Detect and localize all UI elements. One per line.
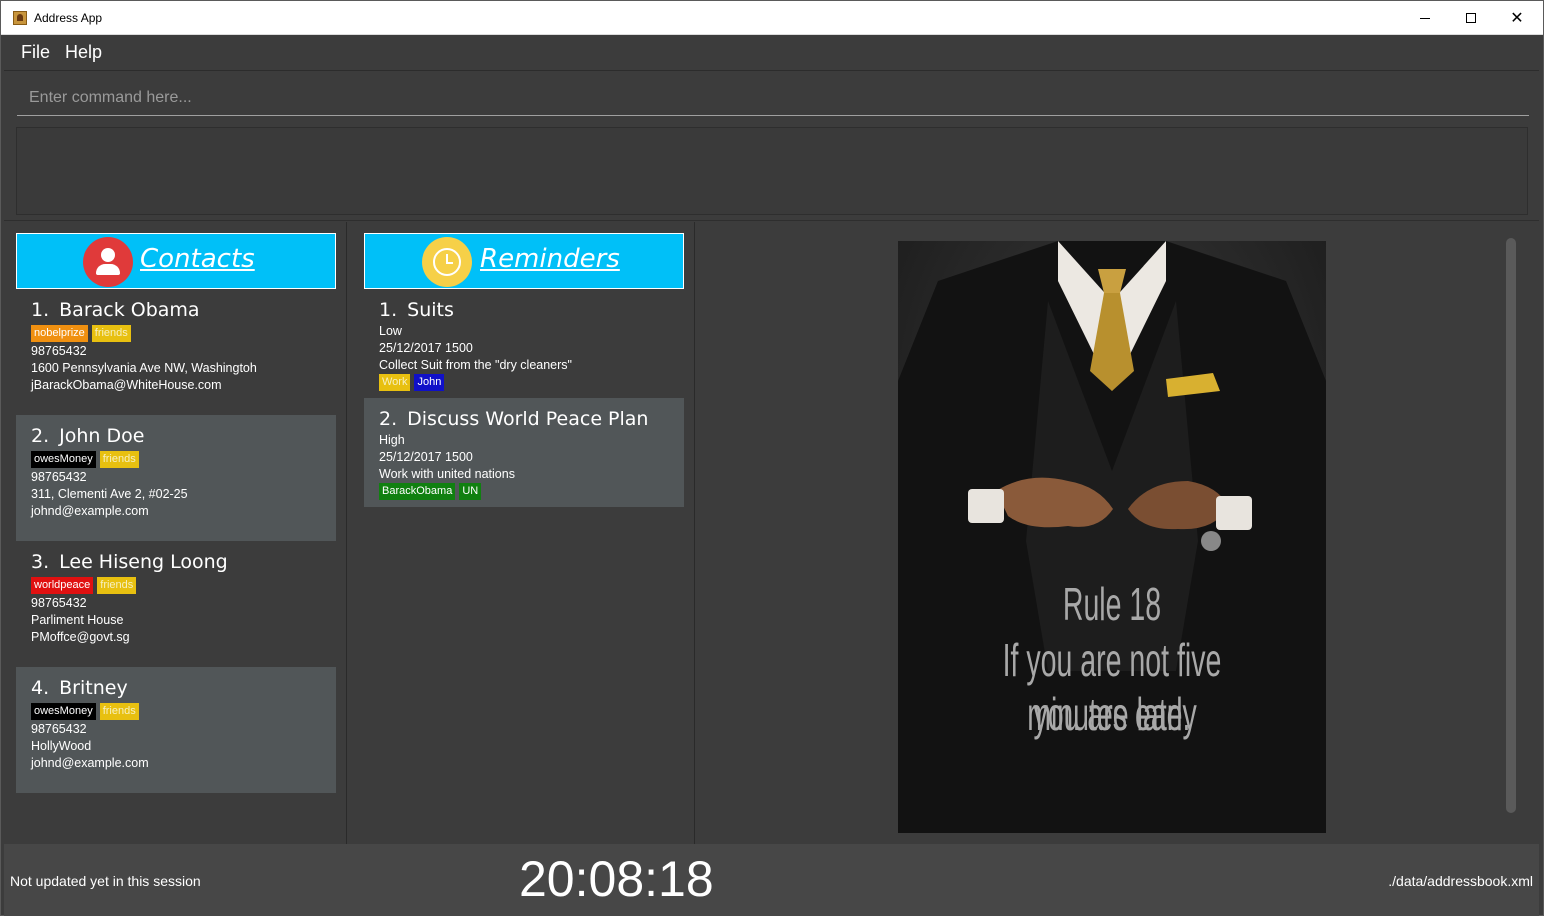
menu-file[interactable]: File [21,42,50,63]
reminder-title: Discuss World Peace Plan [407,408,649,430]
reminder-title-row: 2. Discuss World Peace Plan [379,406,684,432]
reminder-card[interactable]: 1. Suits Low 25/12/2017 1500 Collect Suit fr… [364,289,684,398]
contact-name: John Doe [59,425,145,447]
contact-email: johnd@example.com [31,504,149,518]
reminders-header[interactable]: Reminders [364,233,684,289]
suit-illustration [898,241,1326,833]
tag-list: worldpeace friends [31,577,336,594]
contacts-header-link[interactable]: Contacts [140,244,255,274]
reminders-header-link[interactable]: Reminders [480,244,620,274]
motivational-poster: Rule 18 If you are not five minutes earl… [898,241,1326,833]
tag-label: friends [97,577,137,594]
poster-line-2: you are late. [1033,688,1191,740]
menu-help[interactable]: Help [65,42,102,63]
tag-list: BarackObama UN [379,483,684,500]
person-icon [83,237,133,287]
tag-label: John [414,374,445,391]
contact-address: 311, Clementi Ave 2, #02-25 [31,487,188,501]
reminder-priority: High [379,433,405,447]
tag-label: friends [99,451,139,468]
contact-email: johnd@example.com [31,756,149,770]
status-bar: Not updated yet in this session 20:08:18… [4,844,1539,916]
reminder-datetime: 25/12/2017 1500 [379,450,473,464]
contact-name-row: 1. Barack Obama [31,297,336,323]
contact-index: 3. [31,551,50,573]
tag-label: nobelprize [31,325,88,342]
poster-title: Rule 18 [1062,578,1162,630]
command-box [4,72,1539,120]
tag-label: owesMoney [31,703,96,720]
contact-name: Lee Hiseng Loong [59,551,228,573]
tag-label: BarackObama [379,483,456,500]
reminder-title-row: 1. Suits [379,297,684,323]
contact-index: 1. [31,299,50,321]
contact-address: Parliment House [31,613,124,627]
contact-name-row: 2. John Doe [31,423,336,449]
reminder-note: Collect Suit from the "dry cleaners" [379,358,572,372]
column-divider[interactable] [694,222,695,844]
column-divider[interactable] [346,222,347,844]
tag-label: UN [459,483,482,500]
contact-phone: 98765432 [31,722,87,736]
reminder-card[interactable]: 2. Discuss World Peace Plan High 25/12/2017… [364,398,684,507]
close-icon: ✕ [1510,8,1524,27]
command-input[interactable] [17,80,1529,116]
alarm-clock-icon [422,237,472,287]
minimize-button[interactable] [1402,1,1448,35]
contact-phone: 98765432 [31,596,87,610]
tag-list: owesMoney friends [31,451,336,468]
tag-list: owesMoney friends [31,703,336,720]
reminder-priority: Low [379,324,402,338]
tag-list: Work John [379,374,684,391]
window-title: Address App [34,11,103,25]
contact-name: Barack Obama [59,299,200,321]
contact-name: Britney [59,677,128,699]
tag-label: Work [379,374,411,391]
contact-index: 4. [31,677,50,699]
reminder-title: Suits [407,299,454,321]
tag-label: friends [99,703,139,720]
reminders-panel: Reminders 1. Suits Low 25/12/2017 1500 Colle… [364,233,684,507]
contacts-panel: Contacts 1. Barack Obama nobelprize friends… [16,233,336,793]
contacts-header[interactable]: Contacts [16,233,336,289]
contact-name-row: 3. Lee Hiseng Loong [31,549,336,575]
sync-status: Not updated yet in this session [10,873,201,889]
save-location: ./data/addressbook.xml [1388,873,1533,889]
reminder-datetime: 25/12/2017 1500 [379,341,473,355]
maximize-icon [1466,13,1476,23]
contact-email: PMoffce@govt.sg [31,630,130,644]
contact-name-row: 4. Britney [31,675,336,701]
reminder-note: Work with united nations [379,467,515,481]
contact-card[interactable]: 2. John Doe owesMoney friends 98765432 311, C… [16,415,336,541]
contact-address: 1600 Pennsylvania Ave NW, Washingtoh [31,361,257,375]
address-book-icon [13,11,27,25]
tag-label: owesMoney [31,451,96,468]
reminder-list: 1. Suits Low 25/12/2017 1500 Collect Suit fr… [364,289,684,507]
contact-email: jBarackObama@WhiteHouse.com [31,378,222,392]
reminder-index: 2. [379,408,398,430]
contact-card[interactable]: 1. Barack Obama nobelprize friends 98765432 1… [16,289,336,415]
menu-bar: File Help [4,35,1539,71]
close-button[interactable]: ✕ [1494,1,1540,35]
clock-display: 20:08:18 [519,851,714,907]
tag-list: nobelprize friends [31,325,336,342]
contact-list: 1. Barack Obama nobelprize friends 98765432 1… [16,289,336,793]
result-display[interactable] [16,127,1528,215]
maximize-button[interactable] [1448,1,1494,35]
browser-scrollbar[interactable] [1506,238,1516,813]
title-bar[interactable]: Address App ✕ [1,1,1543,35]
contact-card[interactable]: 3. Lee Hiseng Loong worldpeace friends 98765… [16,541,336,667]
contact-address: HollyWood [31,739,92,753]
app-window: Address App ✕ File Help Contacts 1. Barac… [0,0,1544,916]
contact-index: 2. [31,425,50,447]
tag-label: friends [91,325,131,342]
reminder-index: 1. [379,299,398,321]
contact-phone: 98765432 [31,344,87,358]
minimize-icon [1420,17,1430,19]
contact-card[interactable]: 4. Britney owesMoney friends 98765432 HollyWo… [16,667,336,793]
main-panel: Contacts 1. Barack Obama nobelprize friends… [4,222,1539,844]
contact-phone: 98765432 [31,470,87,484]
tag-label: worldpeace [31,577,94,594]
result-display-area [4,120,1539,221]
